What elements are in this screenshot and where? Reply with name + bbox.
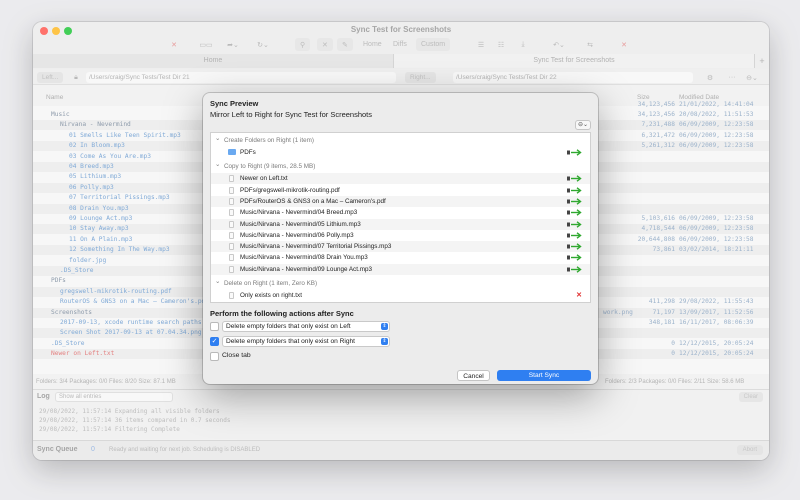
preview-file-item: PDFs/RouterOS & GNS3 on a Mac – Cameron'… bbox=[211, 195, 590, 207]
copy-arrow-icon bbox=[567, 243, 583, 250]
copy-arrow-icon bbox=[567, 186, 583, 194]
file-icon bbox=[229, 209, 234, 217]
folder-icon bbox=[228, 149, 236, 155]
option1-label: Delete empty folders that only exist on … bbox=[226, 323, 351, 330]
preview-item-label: Music/Nirvana - Nevermind/08 Drain You.m… bbox=[240, 254, 368, 262]
select-arrow-icon: ⇕ bbox=[381, 323, 388, 330]
option1-select[interactable]: Delete empty folders that only exist on … bbox=[222, 321, 390, 332]
chevron-down-icon: ⌄ bbox=[215, 135, 221, 142]
start-sync-button[interactable]: Start Sync bbox=[497, 370, 591, 381]
copy-arrow-icon bbox=[567, 232, 583, 239]
preview-item-label: Newer on Left.txt bbox=[240, 175, 288, 183]
option1-checkbox[interactable] bbox=[210, 322, 219, 331]
close-tab-checkbox[interactable] bbox=[210, 352, 219, 361]
preview-section-header[interactable]: ⌄ Delete on Right (1 item, Zero KB) bbox=[211, 278, 590, 289]
preview-file-item: Music/Nirvana - Nevermind/07 Territorial… bbox=[211, 241, 590, 253]
file-icon bbox=[229, 186, 234, 194]
preview-file-item: PDFs/gregswell-mikrotik-routing.pdf bbox=[211, 185, 590, 196]
cancel-button[interactable]: Cancel bbox=[457, 370, 490, 381]
copy-arrow-icon bbox=[567, 198, 583, 205]
chevron-down-icon: ⌄ bbox=[215, 161, 221, 169]
chevron-down-icon: ⌄ bbox=[215, 278, 221, 285]
file-icon bbox=[229, 197, 234, 205]
preview-folder-item: PDFs bbox=[211, 147, 590, 158]
preview-item-label: Music/Nirvana - Nevermind/05 Lithium.mp3 bbox=[240, 220, 361, 228]
section-title: Create Folders on Right (1 item) bbox=[224, 137, 314, 144]
preview-file-item: Music/Nirvana - Nevermind/04 Breed.mp3 bbox=[211, 207, 590, 218]
preview-section-header[interactable]: ⌄ Copy to Right (9 items, 28.5 MB) bbox=[211, 161, 590, 172]
file-icon bbox=[229, 231, 234, 239]
copy-arrow-icon bbox=[567, 149, 583, 156]
file-icon bbox=[229, 292, 234, 299]
option2-checkbox[interactable]: ✓ bbox=[210, 337, 219, 346]
sync-preview-list: ⌄ Create Folders on Right (1 item) PDFs ⌄ Co… bbox=[210, 132, 591, 303]
preview-item-label: Music/Nirvana - Nevermind/04 Breed.mp3 bbox=[240, 209, 358, 217]
preview-item-label: PDFs/RouterOS & GNS3 on a Mac – Cameron'… bbox=[240, 197, 386, 205]
copy-arrow-icon bbox=[567, 175, 583, 183]
preview-file-item: Newer on Left.txt bbox=[211, 173, 590, 185]
preview-item-label: Only exists on right.txt bbox=[240, 292, 302, 299]
after-sync-heading: Perform the following actions after Sync bbox=[210, 309, 354, 318]
preview-file-item: Only exists on right.txt ✕ bbox=[211, 290, 590, 301]
option2-label: Delete empty folders that only exist on … bbox=[226, 338, 356, 345]
close-tab-label[interactable]: Close tab bbox=[222, 352, 251, 359]
section-title: Copy to Right (9 items, 28.5 MB) bbox=[224, 163, 316, 171]
preview-file-item: Music/Nirvana - Nevermind/09 Lounge Act.… bbox=[211, 263, 590, 275]
preview-file-item: Music/Nirvana - Nevermind/08 Drain You.m… bbox=[211, 252, 590, 263]
preview-file-item: Music/Nirvana - Nevermind/05 Lithium.mp3 bbox=[211, 218, 590, 230]
copy-arrow-icon bbox=[567, 209, 583, 216]
file-icon bbox=[229, 254, 234, 262]
preview-item-label: Music/Nirvana - Nevermind/06 Polly.mp3 bbox=[240, 231, 354, 239]
dialog-subtitle: Mirror Left to Right for Sync Test for S… bbox=[210, 110, 373, 119]
copy-arrow-icon bbox=[567, 254, 583, 262]
dialog-heading: Sync Preview bbox=[210, 99, 259, 108]
preview-file-item: Music/Nirvana - Nevermind/06 Polly.mp3 bbox=[211, 230, 590, 241]
file-icon bbox=[229, 243, 234, 251]
preview-item-label: Music/Nirvana - Nevermind/09 Lounge Act.… bbox=[240, 265, 372, 273]
file-icon bbox=[229, 175, 234, 183]
preview-item-label: Music/Nirvana - Nevermind/07 Territorial… bbox=[240, 243, 392, 251]
copy-arrow-icon bbox=[567, 220, 583, 228]
option2-select[interactable]: Delete empty folders that only exist on … bbox=[222, 336, 390, 347]
file-icon bbox=[229, 265, 234, 273]
dialog-options-icon[interactable]: ⊖⌄ bbox=[575, 120, 591, 130]
preview-section-header[interactable]: ⌄ Create Folders on Right (1 item) bbox=[211, 135, 590, 146]
preview-item-label: PDFs bbox=[240, 149, 256, 156]
delete-x-icon: ✕ bbox=[576, 292, 582, 299]
sync-preview-dialog: Sync Preview Mirror Left to Right for Sy… bbox=[203, 93, 598, 384]
preview-item-label: PDFs/gregswell-mikrotik-routing.pdf bbox=[240, 186, 340, 194]
section-title: Delete on Right (1 item, Zero KB) bbox=[224, 280, 318, 287]
select-arrow-icon: ⇕ bbox=[381, 338, 388, 345]
copy-arrow-icon bbox=[567, 265, 583, 273]
file-icon bbox=[229, 220, 234, 228]
